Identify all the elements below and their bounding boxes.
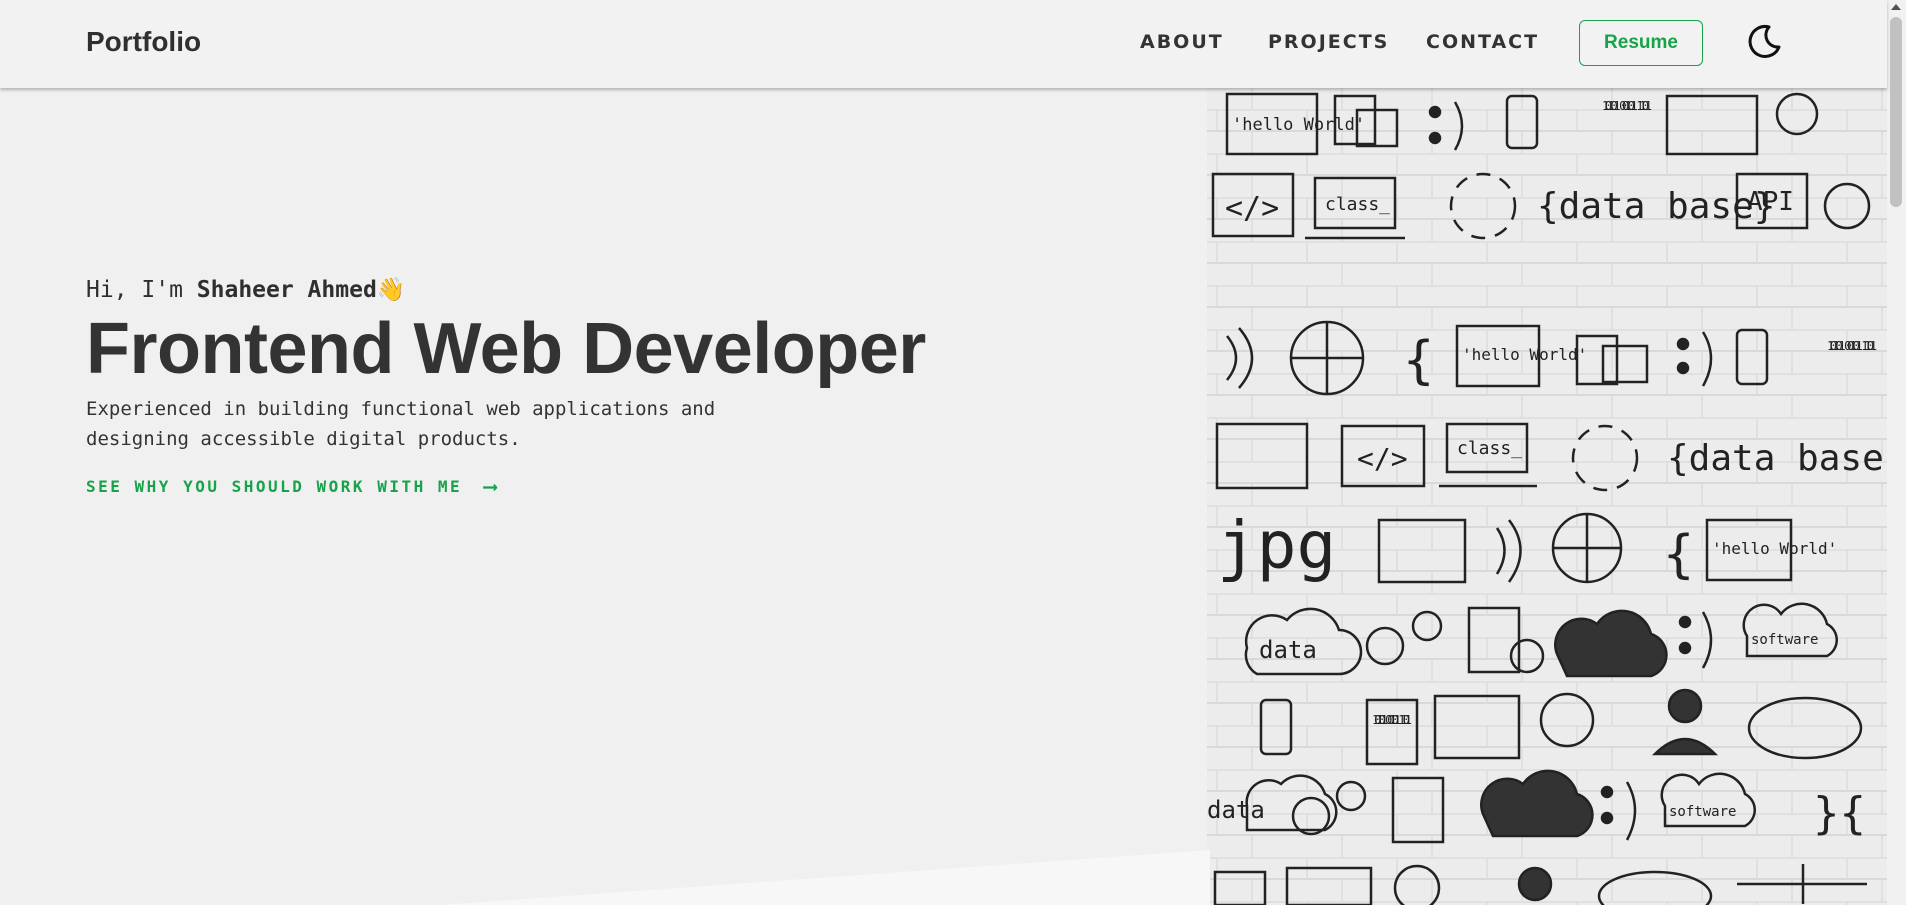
- doodle-text: API: [1747, 187, 1794, 217]
- work-with-me-link[interactable]: SEE WHY YOU SHOULD WORK WITH ME ⟶: [86, 474, 496, 498]
- brand-logo[interactable]: Portfolio: [86, 26, 201, 58]
- doodle-text: 10101 00101 1101: [1372, 713, 1412, 727]
- hero-description: Experienced in building functional web a…: [86, 398, 716, 450]
- wave-emoji: 👋: [376, 277, 406, 303]
- nav-link-about[interactable]: ABOUT: [1140, 31, 1224, 53]
- doodle-text: class_: [1457, 438, 1522, 459]
- doodle-text: </>: [1357, 442, 1408, 475]
- doodle-text: </>: [1225, 191, 1279, 226]
- scroll-up-arrow-icon[interactable]: [1891, 4, 1901, 10]
- scrollbar-thumb[interactable]: [1890, 17, 1902, 207]
- doodle-text: data: [1207, 796, 1265, 824]
- nav-link-projects[interactable]: PROJECTS: [1268, 31, 1389, 53]
- doodle-text: 'hello World': [1712, 539, 1837, 558]
- svg-text:{: {: [1403, 331, 1434, 391]
- moon-icon: [1748, 24, 1781, 58]
- developer-name: Shaheer Ahmed: [196, 277, 377, 303]
- doodle-text: jpg: [1217, 507, 1336, 584]
- svg-text:}{: }{: [1813, 788, 1866, 839]
- doodle-text: 10101 00101 1101: [1827, 339, 1877, 353]
- page-scrollbar[interactable]: [1887, 0, 1906, 905]
- hero-bottom-shape: [440, 850, 1210, 905]
- greeting-line: Hi, I'm Shaheer Ahmed👋: [86, 276, 405, 303]
- doodle-text: {data base}: [1537, 186, 1775, 227]
- hero-image: 'hello World' 10101 00101 1101 </> class…: [1207, 88, 1887, 905]
- doodle-text: 'hello World': [1232, 115, 1365, 135]
- cta-label: SEE WHY YOU SHOULD WORK WITH ME: [86, 476, 463, 496]
- doodle-text: 'hello World': [1462, 345, 1587, 364]
- doodle-text: data: [1259, 636, 1317, 664]
- resume-button[interactable]: Resume: [1579, 20, 1703, 66]
- hero-headline: Frontend Web Developer: [86, 309, 926, 389]
- svg-text:{: {: [1663, 525, 1694, 585]
- doodle-text: {data base}: [1667, 438, 1887, 479]
- doodle-text: class_: [1325, 194, 1390, 215]
- navbar: Portfolio ABOUT PROJECTS CONTACT Resume: [0, 0, 1887, 88]
- doodle-text: software: [1669, 804, 1736, 820]
- doodle-text: software: [1751, 632, 1818, 648]
- theme-toggle-button[interactable]: [1744, 22, 1784, 62]
- arrow-right-icon: ⟶: [484, 474, 497, 498]
- nav-link-contact[interactable]: CONTACT: [1426, 31, 1539, 53]
- greeting-prefix: Hi, I'm: [86, 277, 197, 303]
- doodle-text: 10101 00101 1101: [1602, 99, 1652, 113]
